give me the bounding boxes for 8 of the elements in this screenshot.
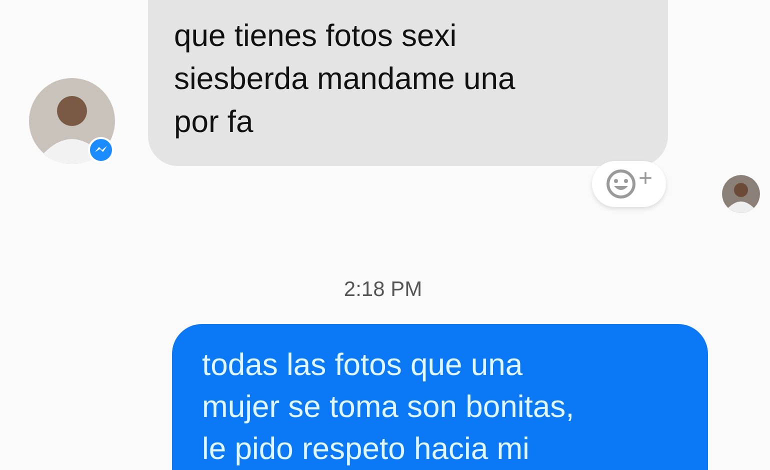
timestamp: 2:18 PM (344, 277, 422, 303)
messenger-badge-icon (88, 137, 114, 163)
message-text: que tienes fotos sexi siesberda mandame una por fa (174, 17, 516, 141)
plus-label: + (638, 167, 652, 191)
reaction-button[interactable]: + (592, 161, 666, 207)
smiley-icon (605, 168, 638, 200)
message-text: todas las fotos que una mujer se toma son bonitas, le pido respeto hacia mi (202, 346, 576, 468)
avatar-icon (29, 78, 115, 164)
